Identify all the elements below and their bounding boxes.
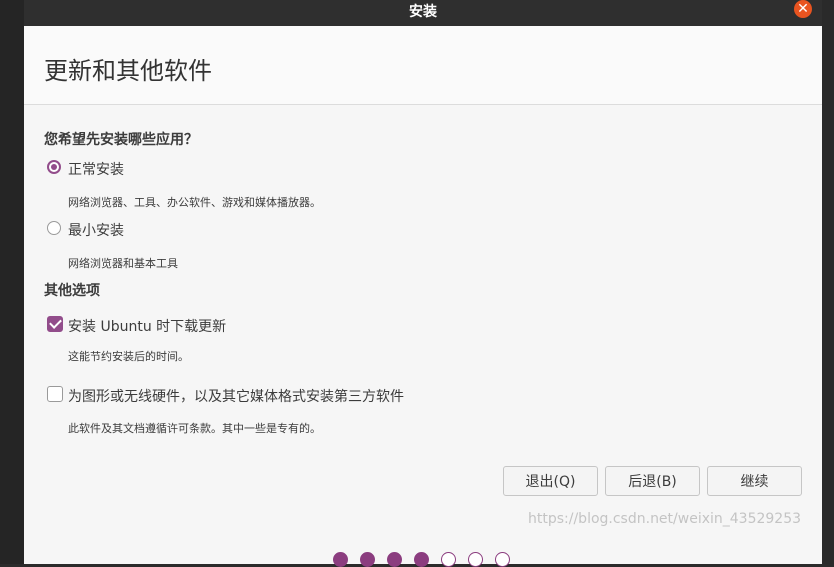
- check-icon: [49, 316, 62, 329]
- back-button[interactable]: 后退(B): [605, 466, 700, 496]
- desktop-left-edge: [0, 0, 24, 564]
- third-party-checkbox[interactable]: [47, 386, 63, 402]
- radio-selected-dot: [51, 164, 57, 170]
- progress-dot-1: [333, 552, 348, 567]
- minimal-install-label[interactable]: 最小安装: [68, 220, 124, 240]
- window-titlebar: 安装 ✕: [24, 0, 822, 26]
- page-title: 更新和其他软件: [44, 57, 212, 85]
- continue-button[interactable]: 继续: [707, 466, 802, 496]
- progress-dot-2: [360, 552, 375, 567]
- close-button[interactable]: ✕: [794, 0, 812, 18]
- close-icon: ✕: [797, 1, 809, 17]
- normal-install-radio[interactable]: [47, 160, 61, 174]
- page-header: 更新和其他软件: [24, 26, 822, 105]
- installer-window: 更新和其他软件 您希望先安装哪些应用？ 正常安装 网络浏览器、工具、办公软件、游…: [24, 26, 822, 567]
- normal-install-description: 网络浏览器、工具、办公软件、游戏和媒体播放器。: [68, 196, 321, 209]
- progress-dot-5: [441, 552, 456, 567]
- progress-dot-7: [495, 552, 510, 567]
- third-party-description: 此软件及其文档遵循许可条款。其中一些是专有的。: [68, 422, 321, 435]
- minimal-install-radio[interactable]: [47, 221, 61, 235]
- download-updates-checkbox[interactable]: [47, 316, 63, 332]
- quit-button[interactable]: 退出(Q): [503, 466, 598, 496]
- third-party-label[interactable]: 为图形或无线硬件，以及其它媒体格式安装第三方软件: [68, 386, 404, 406]
- desktop-right-edge: [822, 0, 834, 564]
- window-title: 安装: [409, 4, 437, 20]
- watermark-url: https://blog.csdn.net/weixin_43529253: [528, 511, 802, 527]
- other-options-heading: 其他选项: [44, 283, 100, 299]
- download-updates-label[interactable]: 安装 Ubuntu 时下载更新: [68, 316, 226, 336]
- download-updates-description: 这能节约安装后的时间。: [68, 350, 189, 363]
- apps-question-heading: 您希望先安装哪些应用？: [44, 132, 198, 148]
- minimal-install-description: 网络浏览器和基本工具: [68, 257, 178, 270]
- progress-dot-3: [387, 552, 402, 567]
- normal-install-label[interactable]: 正常安装: [68, 159, 124, 179]
- progress-dot-4: [414, 552, 429, 567]
- progress-dot-6: [468, 552, 483, 567]
